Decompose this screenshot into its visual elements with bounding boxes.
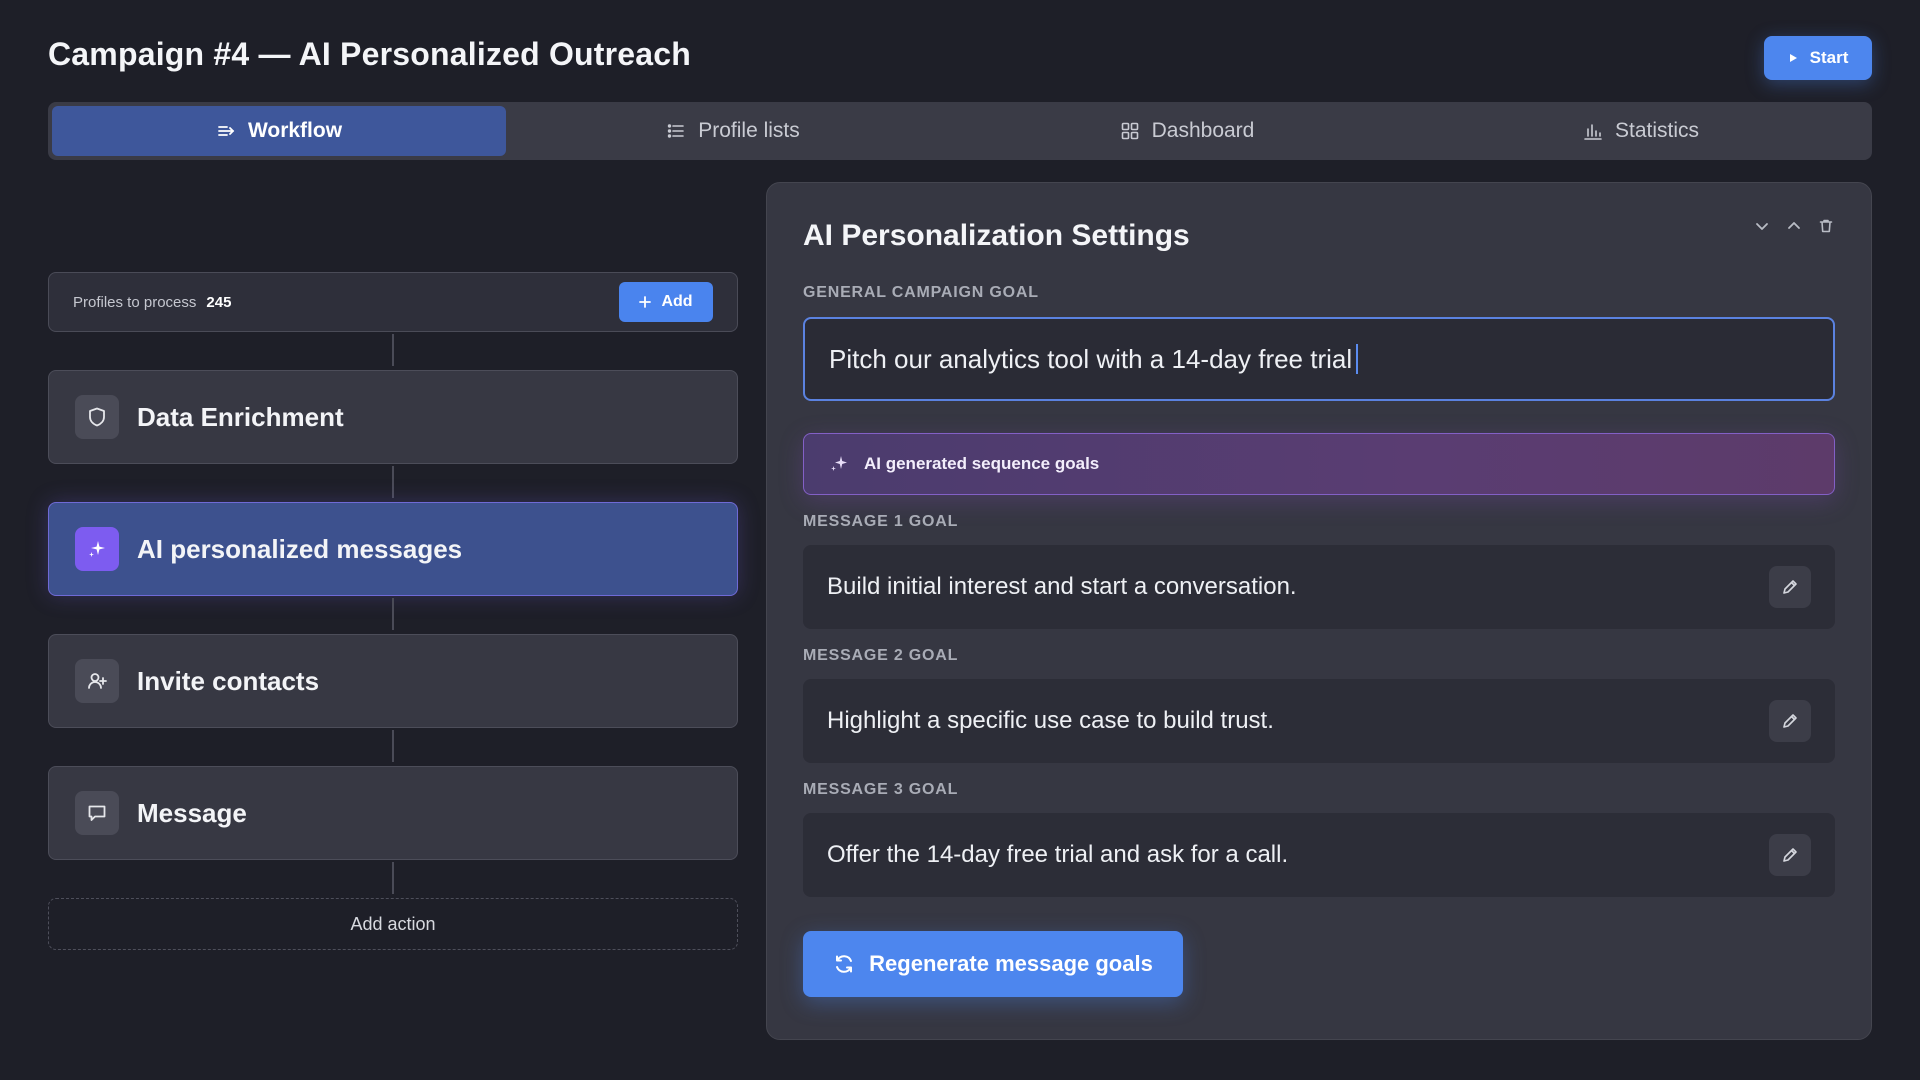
text-caret: [1356, 344, 1359, 374]
profiles-to-process: Profiles to process 245 Add: [48, 272, 738, 332]
step-label: Invite contacts: [137, 665, 320, 696]
pencil-icon: [1783, 580, 1797, 594]
pencil-icon: [1783, 848, 1797, 862]
regenerate-label: Regenerate message goals: [869, 951, 1153, 976]
user-plus-icon: [88, 673, 107, 689]
profiles-count: 245: [206, 293, 232, 311]
refresh-icon: [836, 955, 853, 973]
message-1-goal-value: Build initial interest and start a conve…: [827, 573, 1297, 600]
panel-title: AI Personalization Settings: [803, 219, 1190, 252]
edit-message-1-button[interactable]: [1769, 566, 1811, 608]
add-profiles-button[interactable]: Add: [619, 282, 713, 322]
ai-personalization-settings-panel: AI Personalization Settings GENERAL CAMP…: [766, 182, 1872, 1040]
step-icon-box: [75, 659, 119, 703]
message-2-goal-label: MESSAGE 2 GOAL: [803, 647, 959, 664]
message-2-goal-field: Highlight a specific use case to build t…: [803, 679, 1835, 763]
step-icon-box: [75, 791, 119, 835]
message-3-goal-field: Offer the 14-day free trial and ask for …: [803, 813, 1835, 897]
add-button-label: Add: [661, 293, 693, 310]
step-label: AI personalized messages: [137, 533, 463, 564]
tab-dashboard[interactable]: Dashboard: [960, 106, 1414, 156]
move-down-button[interactable]: [1753, 217, 1771, 235]
connector-line: [392, 334, 394, 366]
tab-statistics[interactable]: Statistics: [1414, 106, 1868, 156]
tab-workflow[interactable]: Workflow: [52, 106, 506, 156]
step-label: Data Enrichment: [137, 401, 344, 432]
step-label: Message: [137, 797, 247, 828]
chat-icon: [88, 805, 106, 821]
bar-chart-icon: [1584, 124, 1602, 140]
message-3-goal-label: MESSAGE 3 GOAL: [803, 781, 959, 798]
tab-label: Workflow: [247, 119, 343, 142]
message-1-goal-field: Build initial interest and start a conve…: [803, 545, 1835, 629]
profiles-label: Profiles to process: [73, 293, 197, 311]
edit-message-2-button[interactable]: [1769, 700, 1811, 742]
general-goal-label: GENERAL CAMPAIGN GOAL: [803, 284, 1039, 301]
message-1-goal-label: MESSAGE 1 GOAL: [803, 513, 959, 530]
panel-actions: [1753, 217, 1835, 235]
step-icon-box: [75, 527, 119, 571]
general-goal-input[interactable]: Pitch our analytics tool with a 14-day f…: [803, 317, 1835, 401]
plus-icon: [639, 296, 652, 308]
tab-profile-lists[interactable]: Profile lists: [506, 106, 960, 156]
grid-icon: [1121, 122, 1138, 140]
connector-line: [392, 466, 394, 498]
sparkles-icon: [89, 541, 105, 557]
tab-label: Dashboard: [1151, 119, 1255, 142]
connector-line: [392, 730, 394, 762]
regenerate-goals-button[interactable]: Regenerate message goals: [803, 931, 1183, 997]
ai-generated-goals-banner: AI generated sequence goals: [803, 433, 1835, 495]
tab-label: Statistics: [1614, 119, 1700, 142]
shield-icon: [89, 407, 105, 427]
connector-line: [392, 862, 394, 894]
add-action-button[interactable]: Add action: [48, 898, 738, 950]
trash-icon: [1819, 219, 1833, 233]
tab-label: Profile lists: [698, 119, 800, 142]
message-3-goal-value: Offer the 14-day free trial and ask for …: [827, 841, 1289, 868]
ai-banner-text: AI generated sequence goals: [864, 454, 1100, 473]
step-ai-personalized-messages[interactable]: AI personalized messages: [48, 502, 738, 596]
step-data-enrichment[interactable]: Data Enrichment: [48, 370, 738, 464]
chevron-up-icon: [1788, 222, 1800, 229]
tab-bar: Workflow Profile lists Dashboard Statist…: [48, 102, 1872, 160]
list-icon: [668, 124, 685, 138]
step-message[interactable]: Message: [48, 766, 738, 860]
move-up-button[interactable]: [1785, 217, 1803, 235]
start-button-label: Start: [1809, 48, 1849, 67]
play-icon: [1789, 54, 1797, 62]
start-button[interactable]: Start: [1764, 36, 1872, 80]
edit-message-3-button[interactable]: [1769, 834, 1811, 876]
chevron-down-icon: [1756, 223, 1768, 230]
connector-line: [392, 598, 394, 630]
pencil-icon: [1783, 714, 1797, 728]
delete-button[interactable]: [1817, 217, 1835, 235]
page-title: Campaign #4 — AI Personalized Outreach: [48, 36, 692, 72]
sparkles-icon: [831, 456, 847, 471]
workflow-icon: [218, 126, 235, 136]
step-invite-contacts[interactable]: Invite contacts: [48, 634, 738, 728]
step-icon-box: [75, 395, 119, 439]
message-2-goal-value: Highlight a specific use case to build t…: [827, 707, 1274, 734]
general-goal-value: Pitch our analytics tool with a 14-day f…: [829, 343, 1353, 374]
